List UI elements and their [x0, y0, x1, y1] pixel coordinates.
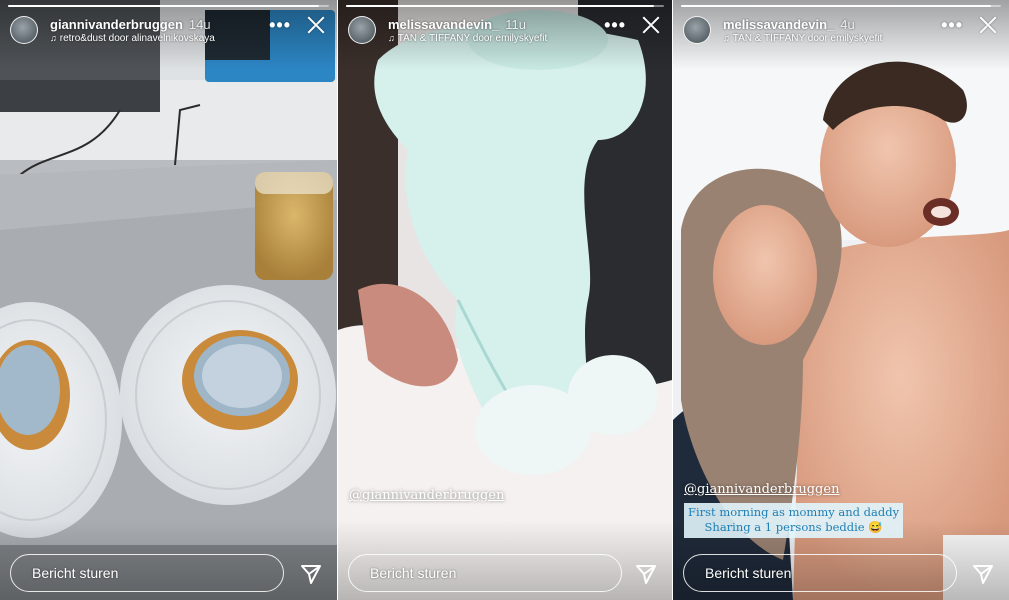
post-time: 14u — [188, 17, 211, 32]
message-input[interactable]: Bericht sturen — [348, 554, 622, 592]
music-label[interactable]: ♫ TAN & TIFFANY door emilyskyefit — [388, 33, 547, 44]
close-icon[interactable] — [640, 14, 662, 36]
story-header: melissavandevin_ 4u ♫ TAN & TIFFANY door e… — [683, 14, 999, 48]
message-placeholder: Bericht sturen — [32, 565, 119, 581]
post-time: 4u — [840, 17, 855, 32]
username[interactable]: melissavandevin_ 4u — [723, 17, 855, 32]
message-input[interactable]: Bericht sturen — [683, 554, 957, 592]
username[interactable]: giannivanderbruggen 14u — [50, 17, 211, 32]
caption-line-2: Sharing a 1 persons beddie 😅 — [704, 520, 883, 534]
music-note-icon: ♫ — [50, 33, 57, 43]
user-avatar[interactable] — [10, 16, 38, 44]
story-header: giannivanderbruggen 14u ♫ retro&dust door … — [10, 14, 327, 48]
music-note-icon: ♫ — [388, 33, 395, 43]
story-panel-1[interactable]: giannivanderbruggen 14u ♫ retro&dust door … — [0, 0, 337, 600]
send-icon[interactable] — [634, 562, 658, 586]
post-time: 11u — [505, 17, 527, 32]
story-header: melissavandevin_ 11u ♫ TAN & TIFFANY door … — [348, 14, 662, 48]
send-icon[interactable] — [971, 562, 995, 586]
username[interactable]: melissavandevin_ 11u — [388, 17, 526, 32]
story-progress-bar — [681, 5, 1001, 7]
story-photo-baby — [338, 0, 672, 600]
message-input[interactable]: Bericht sturen — [10, 554, 284, 592]
mention-tag[interactable]: @giannivanderbruggen — [349, 488, 504, 503]
caption-line-1: First morning as mommy and daddy — [688, 505, 900, 519]
user-avatar[interactable] — [348, 16, 376, 44]
send-icon[interactable] — [299, 562, 323, 586]
close-icon[interactable] — [977, 14, 999, 36]
story-progress-bar — [8, 5, 329, 7]
message-placeholder: Bericht sturen — [705, 565, 792, 581]
mention-tag[interactable]: @giannivanderbruggen — [684, 482, 839, 497]
music-label[interactable]: ♫ TAN & TIFFANY door emilyskyefit — [723, 33, 882, 44]
message-placeholder: Bericht sturen — [370, 565, 457, 581]
more-options-icon[interactable]: ••• — [269, 16, 291, 34]
user-avatar[interactable] — [683, 16, 711, 44]
story-panel-3[interactable]: melissavandevin_ 4u ♫ TAN & TIFFANY door e… — [673, 0, 1009, 600]
story-panel-2[interactable]: melissavandevin_ 11u ♫ TAN & TIFFANY door … — [338, 0, 672, 600]
close-icon[interactable] — [305, 14, 327, 36]
story-progress-bar — [346, 5, 664, 7]
music-note-icon: ♫ — [723, 33, 730, 43]
story-photo-breakfast — [0, 0, 337, 600]
more-options-icon[interactable]: ••• — [604, 16, 626, 34]
story-caption: First morning as mommy and daddy Sharing… — [684, 503, 904, 538]
more-options-icon[interactable]: ••• — [941, 16, 963, 34]
music-label[interactable]: ♫ retro&dust door alinavelnikovskaya — [50, 33, 215, 44]
